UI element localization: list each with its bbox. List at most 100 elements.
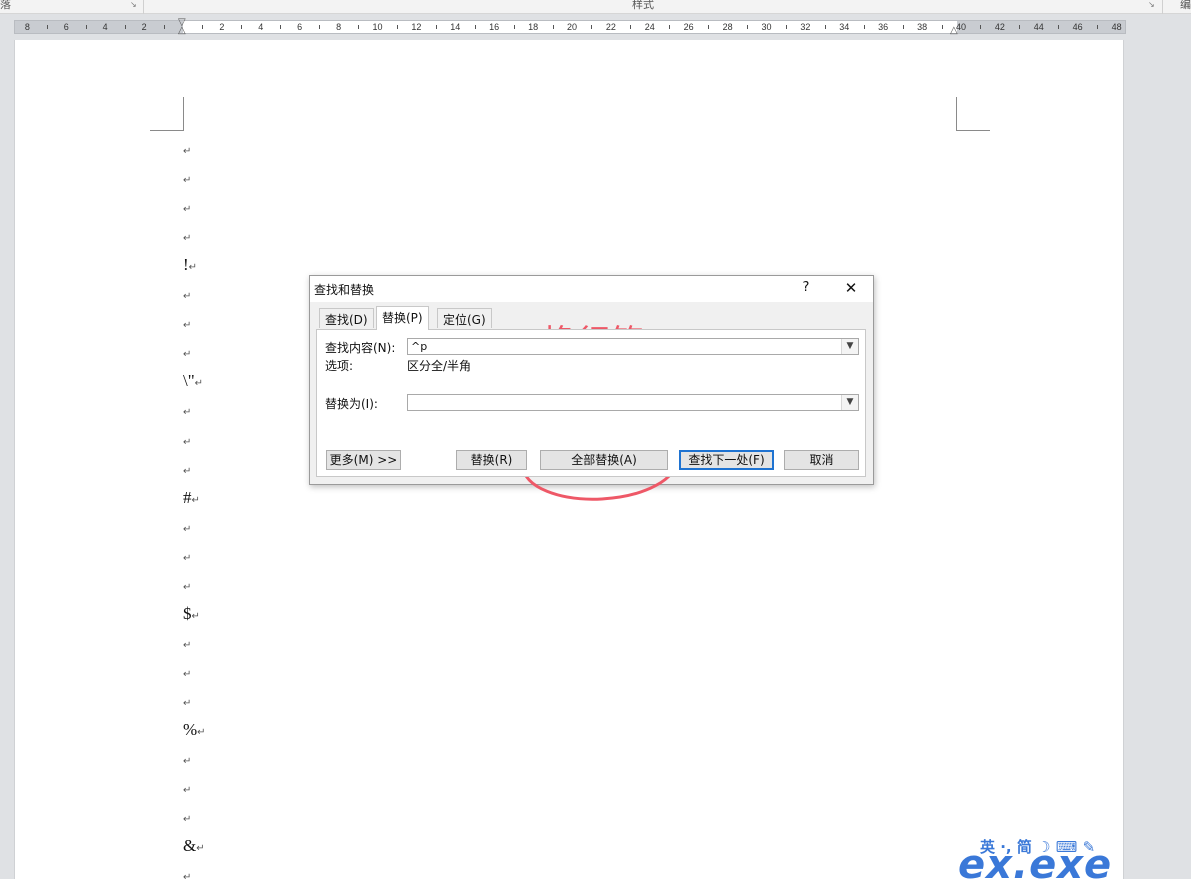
document-line: ↵ — [183, 224, 191, 248]
paragraph-mark-icon: ↵ — [183, 668, 192, 680]
ribbon-strip: 落 ↘ 样式 ↘ 编 — [0, 0, 1191, 14]
find-what-combo[interactable]: ^p ▼ — [407, 338, 859, 355]
ruler-tick — [785, 25, 787, 29]
ruler-number: 44 — [1033, 22, 1044, 32]
document-line: #↵ — [183, 486, 200, 510]
paragraph-mark-icon: ↵ — [183, 291, 192, 303]
document-line: ↵ — [183, 863, 191, 879]
document-line: \"↵ — [183, 369, 203, 393]
tab-find[interactable]: 查找(D) — [319, 308, 374, 328]
ruler-number: 38 — [917, 22, 928, 32]
tab-replace[interactable]: 替换(P) — [376, 306, 429, 330]
tab-goto[interactable]: 定位(G) — [437, 308, 492, 328]
paragraph-mark-icon: ↵ — [183, 523, 192, 535]
cancel-button[interactable]: 取消 — [784, 450, 859, 470]
paragraph-mark-icon: ↵ — [183, 436, 192, 448]
ruler-tick — [241, 25, 243, 29]
ruler-tick — [1097, 25, 1099, 29]
document-line: ↵ — [183, 428, 191, 452]
ruler-tick — [435, 25, 437, 29]
ruler-tick — [669, 25, 671, 29]
document-line: ↵ — [183, 137, 191, 161]
ruler-number: 24 — [644, 22, 655, 32]
find-what-label: 查找内容(N): — [325, 341, 396, 355]
replace-button[interactable]: 替换(R) — [456, 450, 527, 470]
replace-with-combo[interactable]: ▼ — [407, 394, 859, 411]
ruler-number: 22 — [605, 22, 616, 32]
ruler-number: 20 — [566, 22, 578, 32]
ruler-tick — [902, 25, 904, 29]
ruler-tick — [1058, 25, 1060, 29]
chevron-down-icon[interactable]: ▼ — [841, 395, 858, 410]
options-label: 选项: — [325, 359, 354, 373]
ribbon-separator — [1162, 0, 1163, 14]
paragraph-mark-icon: ↵ — [191, 494, 200, 506]
paragraph-mark-icon: ↵ — [183, 233, 192, 245]
more-button[interactable]: 更多(M) >> — [326, 450, 401, 470]
ruler-number: 4 — [258, 22, 264, 32]
ruler-tick — [358, 25, 360, 29]
ruler-number: 28 — [722, 22, 733, 32]
ruler-tick — [1019, 25, 1021, 29]
paragraph-mark-icon: ↵ — [183, 146, 192, 157]
ribbon-group-paragraph-label: 落 — [0, 0, 11, 11]
find-next-button[interactable]: 查找下一处(F) — [679, 450, 774, 470]
ribbon-separator — [143, 0, 144, 14]
ruler-number: 34 — [839, 22, 850, 32]
ruler-number: 2 — [219, 22, 225, 32]
ruler-tick — [202, 25, 204, 29]
paragraph-mark-icon: ↵ — [183, 407, 192, 419]
ruler-number: 10 — [372, 22, 383, 32]
ruler-area: ▽ △ △ 8 6 4 2 2 4 6 8 10 12 14 16 18 20 22 24 26 28 30 32 34… — [0, 14, 1191, 40]
chevron-down-icon[interactable]: ▼ — [841, 339, 858, 354]
close-icon[interactable]: ✕ — [840, 278, 862, 298]
ruler-number: 46 — [1072, 22, 1083, 32]
help-button[interactable]: ? — [796, 278, 816, 298]
ruler-tick — [319, 25, 321, 29]
ruler-number: 30 — [761, 22, 772, 32]
document-line: ↵ — [183, 457, 191, 481]
document-line: ↵ — [183, 311, 191, 335]
paragraph-mark-icon: ↵ — [183, 756, 192, 768]
top-right-crop-mark — [956, 97, 990, 131]
ruler-tick — [980, 25, 982, 29]
find-what-input[interactable]: ^p — [411, 339, 427, 354]
replace-tab-panel: 查找内容(N): ^p ▼ 选项: 区分全/半角 替换为(I): ▼ 更多(M)… — [316, 329, 866, 477]
ruler-number: 8 — [336, 22, 342, 32]
paragraph-launcher-icon[interactable]: ↘ — [130, 0, 137, 9]
document-line: ↵ — [183, 776, 191, 800]
document-line: ↵ — [183, 340, 191, 364]
ruler-number: 40 — [955, 22, 967, 32]
line-text: & — [183, 836, 197, 856]
document-line: ↵ — [183, 660, 191, 684]
ruler-tick — [513, 25, 515, 29]
ruler-tick — [552, 25, 554, 29]
horizontal-ruler[interactable]: ▽ △ △ 8 6 4 2 2 4 6 8 10 12 14 16 18 20 22 24 26 28 30 32 34… — [14, 18, 1126, 36]
ruler-number: 18 — [528, 22, 539, 32]
styles-launcher-icon[interactable]: ↘ — [1148, 0, 1155, 9]
replace-with-label: 替换为(I): — [325, 397, 378, 411]
ruler-number: 6 — [63, 22, 69, 32]
paragraph-mark-icon: ↵ — [183, 465, 192, 477]
paragraph-mark-icon: ↵ — [183, 204, 192, 216]
document-line: ↵ — [183, 166, 191, 190]
dialog-title: 查找和替换 — [314, 283, 375, 297]
document-line: ↵ — [183, 544, 191, 568]
document-line: ↵ — [183, 195, 191, 219]
line-text: $ — [183, 603, 192, 623]
paragraph-mark-icon: ↵ — [183, 175, 192, 187]
document-line: ↵ — [183, 398, 191, 422]
replace-all-button[interactable]: 全部替换(A) — [540, 450, 668, 470]
ruler-number: 14 — [450, 22, 461, 32]
ruler-number: 36 — [878, 22, 889, 32]
ruler-number: 6 — [297, 22, 303, 32]
ruler-tick — [708, 25, 710, 29]
hanging-indent-marker[interactable]: △ — [178, 26, 186, 36]
ruler-number: 42 — [994, 22, 1005, 32]
ribbon-group-editing-label: 编 — [1180, 0, 1191, 11]
line-text: \" — [183, 371, 195, 391]
paragraph-mark-icon: ↵ — [183, 697, 192, 709]
ruler-number: 8 — [24, 22, 30, 32]
paragraph-mark-icon: ↵ — [194, 378, 204, 390]
ruler-tick — [85, 25, 87, 29]
